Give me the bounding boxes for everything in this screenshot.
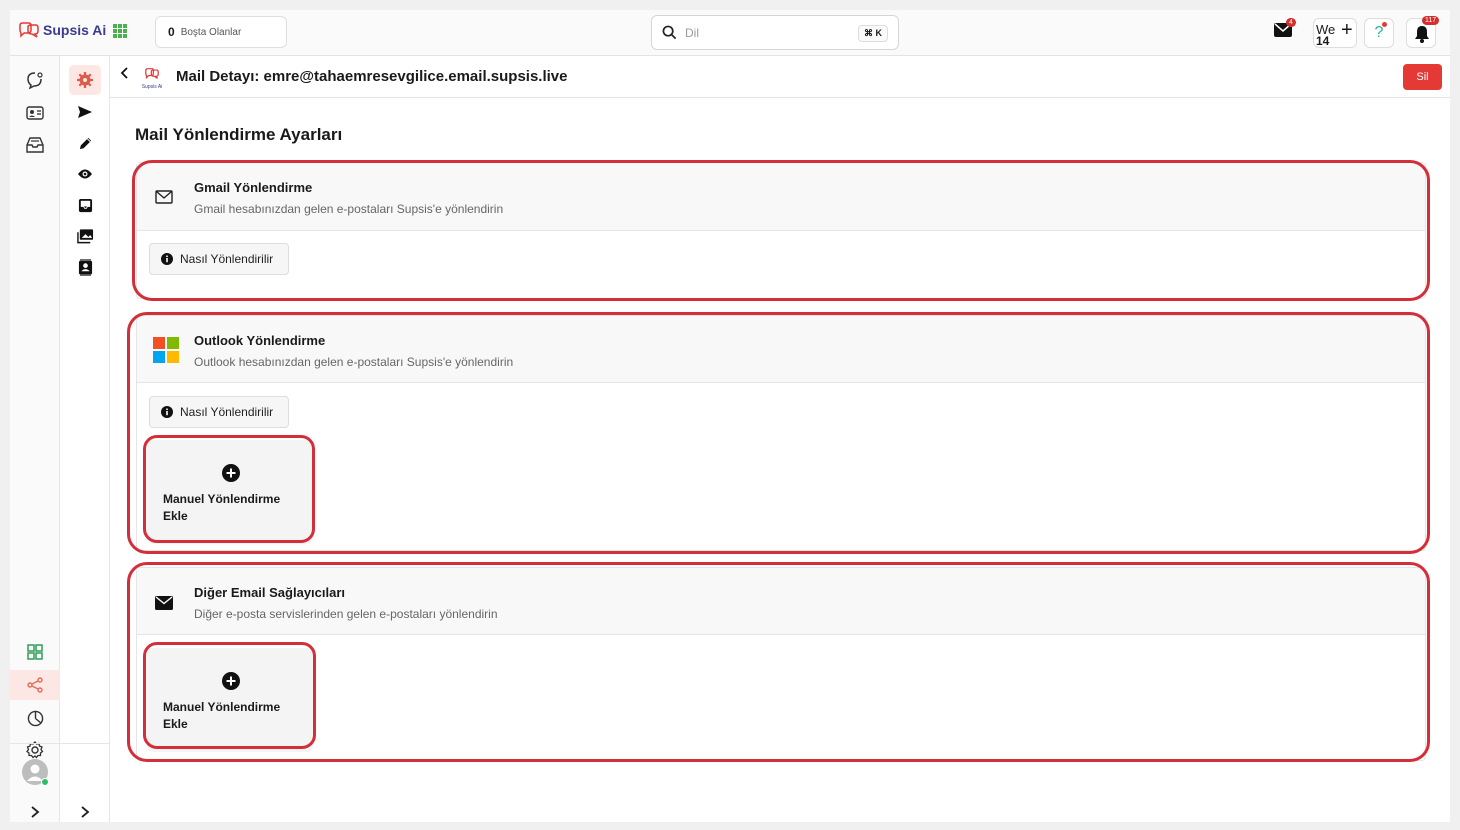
dashboard-icon	[27, 644, 43, 660]
info-icon	[161, 406, 173, 418]
inbox-button[interactable]	[19, 130, 51, 160]
expand-secondary-button[interactable]	[69, 797, 101, 827]
mini-brand-name: Supsis Ai	[141, 84, 163, 90]
chevron-right-icon	[31, 806, 40, 818]
search-input[interactable]	[685, 25, 855, 40]
chat-icon	[27, 72, 43, 89]
gmail-forwarding-card: Gmail Yönlendirme Gmail hesabınızdan gel…	[136, 162, 1426, 299]
supsis-logo-icon	[19, 22, 39, 38]
mail-settings-nav[interactable]	[69, 65, 101, 95]
mail-outline-icon	[155, 190, 173, 204]
send-nav[interactable]	[69, 97, 101, 127]
help-dot	[1382, 22, 1387, 27]
online-status-dot	[41, 778, 49, 786]
brand-logo[interactable]: Supsis Ai	[18, 22, 106, 38]
how-to-forward-label: Nasıl Yönlendirilir	[180, 405, 274, 419]
card-header: Outlook Yönlendirme Outlook hesabınızdan…	[137, 316, 1425, 383]
chart-icon	[27, 710, 43, 726]
sidebar-divider	[10, 743, 110, 744]
reports-button[interactable]	[19, 703, 51, 733]
primary-sidebar	[10, 56, 60, 822]
top-bar: Supsis Ai 0 Boşta Olanlar ⌘ K 4 We 14 + …	[10, 10, 1450, 56]
add-manual-forwarding-tile[interactable]: Manuel Yönlendirme Ekle	[147, 440, 313, 544]
brand-name: Supsis Ai	[43, 22, 107, 38]
expand-primary-button[interactable]	[19, 797, 51, 827]
how-to-forward-button[interactable]: Nasıl Yönlendirilir	[149, 396, 289, 428]
share-icon	[27, 677, 43, 693]
integrations-button[interactable]	[10, 670, 60, 700]
back-button[interactable]	[120, 66, 128, 82]
how-to-forward-button[interactable]: Nasıl Yönlendirilir	[149, 243, 289, 275]
contacts-icon	[78, 258, 92, 276]
avatar[interactable]	[22, 759, 49, 786]
eye-icon	[78, 169, 92, 179]
plus-circle-icon	[222, 672, 240, 690]
how-to-forward-label: Nasıl Yönlendirilir	[180, 252, 274, 266]
idle-label: Boşta Olanlar	[180, 26, 242, 38]
secondary-sidebar	[60, 56, 110, 822]
detail-header: Supsis Ai Mail Detayı: emre@tahaemresevg…	[110, 56, 1450, 98]
inbox-nav[interactable]	[69, 190, 101, 220]
card-description: Outlook hesabınızdan gelen e-postaları S…	[194, 355, 514, 369]
mini-brand-logo: Supsis Ai	[138, 66, 166, 90]
info-icon	[161, 253, 173, 265]
gallery-icon	[76, 229, 93, 244]
help-button[interactable]: ?	[1364, 18, 1394, 48]
media-nav[interactable]	[69, 221, 101, 251]
add-manual-forwarding-label: Manuel Yönlendirme Ekle	[163, 700, 281, 731]
chat-button[interactable]	[19, 65, 51, 95]
card-description: Diğer e-posta servislerinden gelen e-pos…	[194, 607, 498, 621]
microsoft-logo-icon	[153, 337, 179, 363]
search-icon	[662, 25, 677, 40]
contacts-button[interactable]	[19, 98, 51, 128]
compose-nav[interactable]	[69, 128, 101, 158]
card-title: Outlook Yönlendirme	[194, 333, 326, 348]
plus-icon: +	[1341, 19, 1353, 41]
mail-filled-icon	[155, 596, 173, 610]
inbox-icon	[26, 137, 44, 153]
plus-circle-icon	[222, 464, 240, 482]
app-grid-icon[interactable]	[113, 24, 127, 38]
add-manual-forwarding-label: Manuel Yönlendirme Ekle	[163, 492, 281, 523]
outlook-forwarding-card: Outlook Yönlendirme Outlook hesabınızdan…	[136, 315, 1426, 551]
send-icon	[78, 106, 92, 118]
gear-icon	[77, 72, 93, 88]
dashboard-button[interactable]	[19, 637, 51, 667]
card-header: Gmail Yönlendirme Gmail hesabınızdan gel…	[137, 163, 1425, 231]
supsis-logo-icon	[145, 68, 159, 80]
search-box[interactable]: ⌘ K	[651, 15, 899, 50]
page-title: Mail Detayı: emre@tahaemresevgilice.emai…	[176, 68, 568, 85]
mail-button[interactable]: 4	[1274, 18, 1296, 42]
inbox-tray-icon	[78, 198, 92, 212]
workspace-button[interactable]: We 14 +	[1313, 18, 1357, 48]
workspace-number: 14	[1316, 34, 1330, 48]
other-providers-card: Diğer Email Sağlayıcıları Diğer e-posta …	[136, 567, 1426, 761]
app-window: Supsis Ai 0 Boşta Olanlar ⌘ K 4 We 14 + …	[10, 10, 1450, 822]
chevron-right-icon	[81, 806, 90, 818]
contact-card-icon	[26, 106, 44, 120]
notification-badge: 117	[1422, 16, 1440, 25]
add-manual-forwarding-tile[interactable]: Manuel Yönlendirme Ekle	[147, 648, 313, 752]
bell-icon	[1415, 26, 1429, 43]
edit-icon	[79, 137, 91, 149]
idle-users-box[interactable]: 0 Boşta Olanlar	[155, 16, 287, 48]
idle-count: 0	[168, 25, 175, 39]
section-title: Mail Yönlendirme Ayarları	[135, 125, 343, 144]
contacts-nav[interactable]	[69, 252, 101, 282]
card-header: Diğer Email Sağlayıcıları Diğer e-posta …	[137, 568, 1425, 635]
card-description: Gmail hesabınızdan gelen e-postaları Sup…	[194, 202, 504, 216]
chevron-left-icon	[120, 67, 128, 79]
search-shortcut: ⌘ K	[858, 25, 888, 42]
card-title: Gmail Yönlendirme	[194, 180, 313, 195]
notifications-button[interactable]: 117	[1406, 16, 1440, 48]
card-title: Diğer Email Sağlayıcıları	[194, 585, 346, 600]
delete-button[interactable]: Sil	[1403, 64, 1442, 90]
mail-badge: 4	[1286, 18, 1296, 27]
watch-nav[interactable]	[69, 159, 101, 189]
